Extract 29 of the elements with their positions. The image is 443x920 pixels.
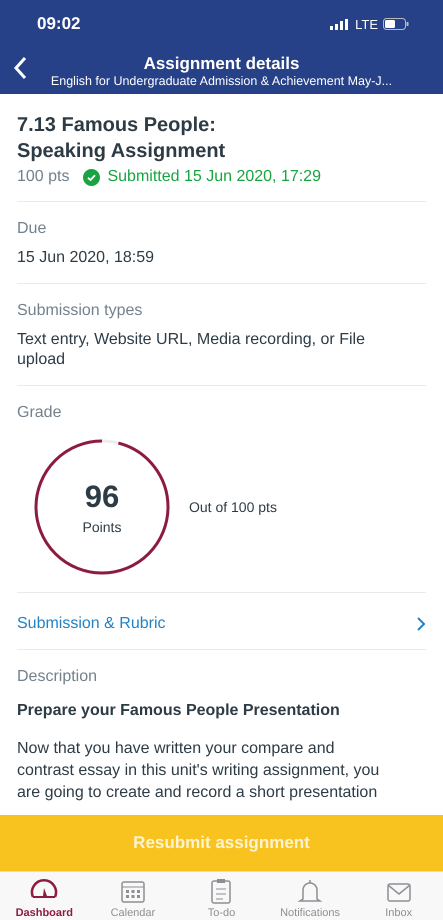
section-label: Description	[17, 668, 98, 686]
bell-icon	[295, 877, 326, 905]
section-value: 15 Jun 2020, 18:59	[17, 248, 156, 268]
signal-icon	[330, 18, 350, 30]
section-label: Submission types	[17, 302, 144, 320]
submission-status: Submitted 15 Jun 2020, 17:29	[83, 168, 321, 186]
tab[interactable]: Calendar	[88, 872, 178, 920]
battery-icon	[383, 18, 409, 30]
grade-total: Out of 100 pts	[189, 499, 277, 515]
description-heading: Prepare your Famous People Presentation	[17, 702, 341, 720]
description-text: Now that you have written your compare and contrast essay in this unit's writing assignment, you are going to create and record a short presentation	[17, 739, 380, 803]
points-label: 100 pts	[17, 168, 70, 186]
network-label: LTE	[355, 16, 378, 32]
tab[interactable]: Dashboard	[0, 872, 89, 920]
grade-score: 96	[84, 480, 120, 514]
grade-unit: Points	[82, 518, 122, 534]
submission-rubric-link[interactable]: Submission & Rubric	[17, 593, 426, 650]
tab[interactable]: Notifications	[266, 872, 354, 920]
course-subtitle: English for Undergraduate Admission & Achievement May-J...	[50, 74, 392, 88]
tab[interactable]: To-do	[177, 872, 266, 920]
assignment-title: 7.13 Famous People: Speaking Assignment	[17, 113, 226, 164]
chevron-icon	[416, 616, 426, 632]
section-value: Text entry, Website URL, Media recording, or File upload	[17, 330, 366, 370]
page-title: Assignment details	[144, 54, 300, 74]
section-label: Due	[17, 220, 48, 238]
status-time: 09:02	[37, 14, 80, 34]
tab[interactable]: Inbox	[354, 872, 443, 920]
section-label: Grade	[17, 404, 62, 422]
back-icon	[13, 56, 27, 80]
